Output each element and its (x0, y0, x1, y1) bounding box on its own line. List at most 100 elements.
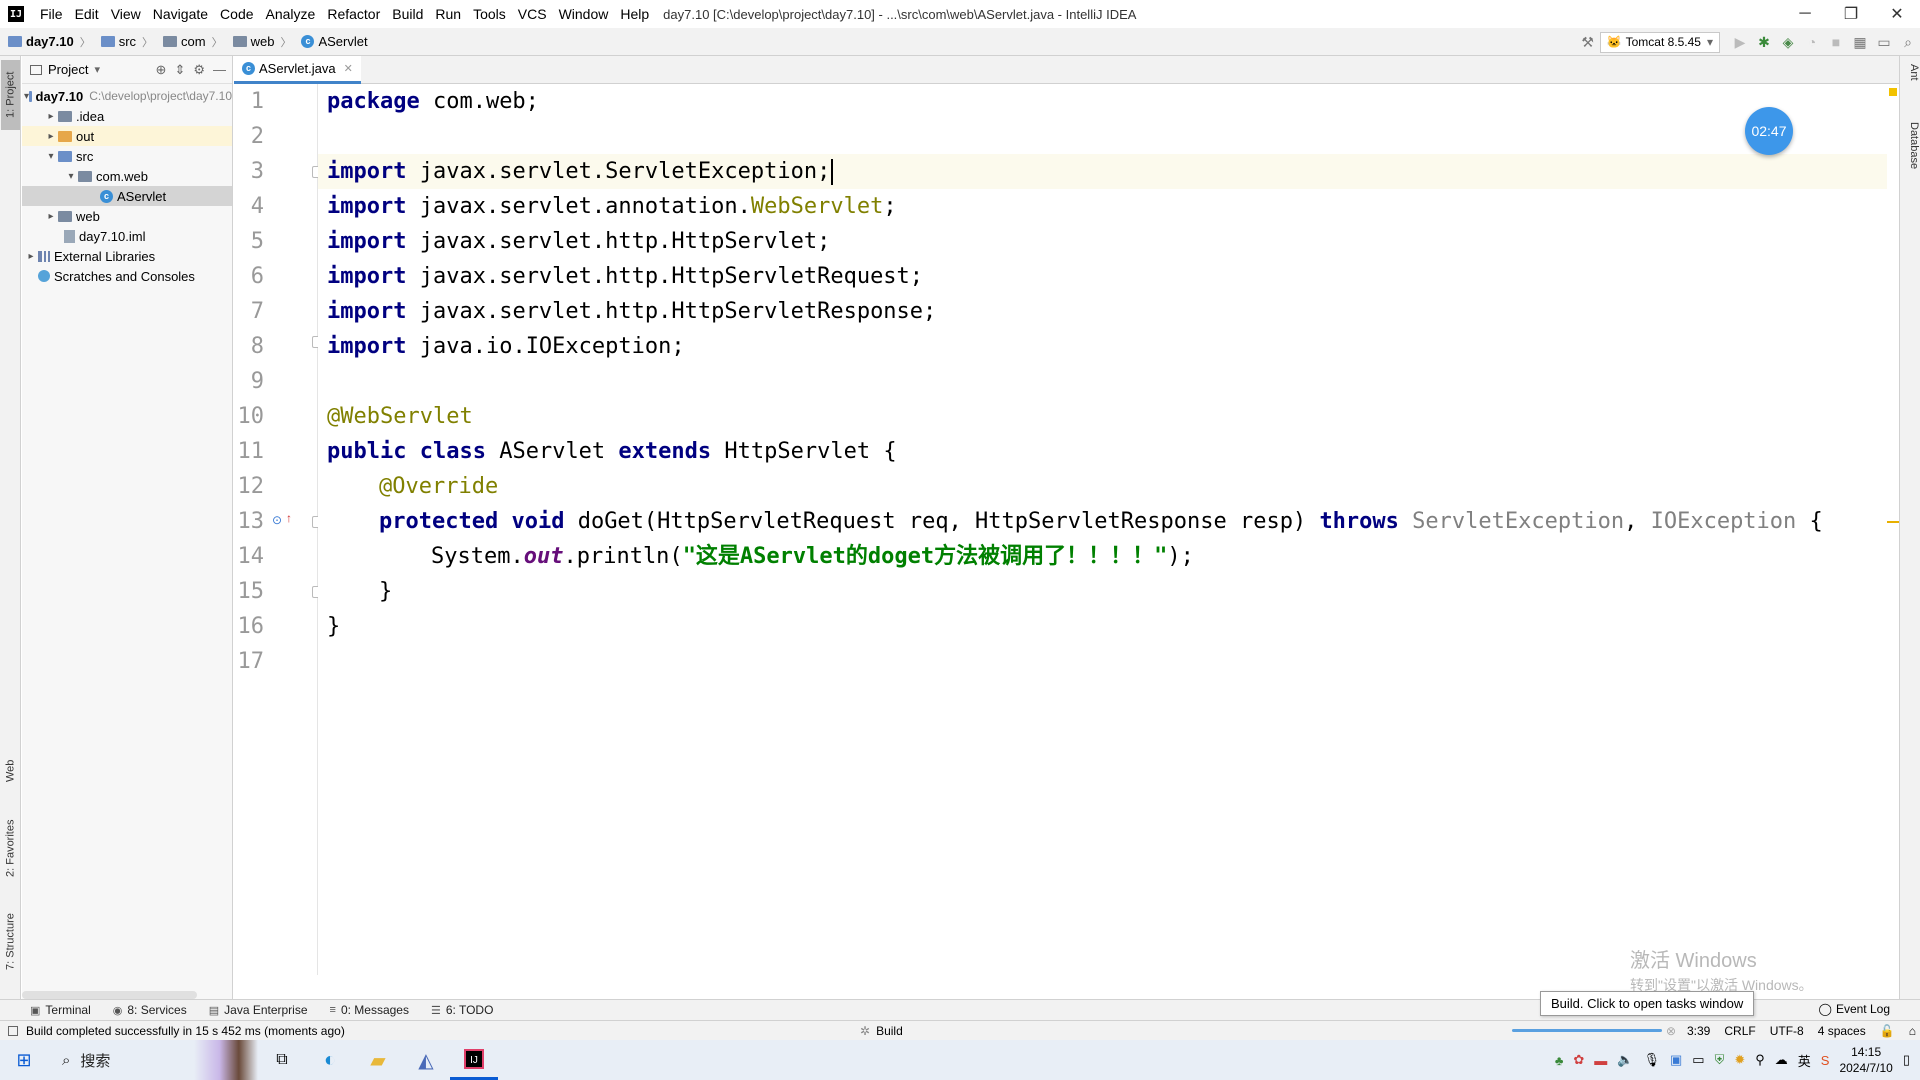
collapse-all-icon[interactable]: ⇕ (174, 62, 185, 78)
tab-services[interactable]: ◉ 8: Services (113, 1003, 187, 1017)
breadcrumb-web[interactable]: web 〉 (232, 34, 298, 50)
tree-item-scratches[interactable]: Scratches and Consoles (22, 266, 232, 286)
debug-icon[interactable]: ✱ (1752, 30, 1776, 54)
stop-icon[interactable]: ■ (1824, 30, 1848, 54)
hide-icon[interactable]: — (213, 62, 226, 78)
menu-help[interactable]: Help (614, 0, 655, 28)
tab-database[interactable]: Database (1901, 122, 1920, 202)
tray-app-icon[interactable]: ♣ (1555, 1053, 1564, 1068)
tree-item-out[interactable]: ▸ out (22, 126, 232, 146)
menu-file[interactable]: File (34, 0, 69, 28)
system-clock[interactable]: 14:15 2024/7/10 (1839, 1044, 1892, 1076)
network-icon[interactable]: ⚲ (1755, 1052, 1765, 1068)
menu-code[interactable]: Code (214, 0, 259, 28)
warning-stripe-mark[interactable] (1887, 521, 1899, 523)
minimize-button[interactable]: ─ (1782, 0, 1828, 28)
breadcrumb-src[interactable]: src 〉 (100, 34, 159, 50)
task-view-icon[interactable]: ⧉ (258, 1040, 306, 1080)
override-method-icon[interactable]: ⊙ (272, 513, 282, 527)
event-log-button[interactable]: ◯ Event Log (1819, 1002, 1890, 1016)
menu-tools[interactable]: Tools (467, 0, 512, 28)
tab-project[interactable]: 1: Project (1, 60, 20, 130)
layout-icon[interactable]: ▭ (1872, 30, 1896, 54)
arrow-up-icon[interactable]: ↑ (286, 511, 292, 525)
tab-structure[interactable]: 7: Structure (1, 902, 20, 982)
tray-app-icon[interactable]: ✹ (1734, 1052, 1745, 1068)
chevron-down-icon[interactable]: ▾ (44, 151, 58, 162)
tab-web[interactable]: Web (1, 746, 20, 796)
tree-item-idea[interactable]: ▸ .idea (22, 106, 232, 126)
maximize-button[interactable]: ❐ (1828, 0, 1874, 28)
menu-vcs[interactable]: VCS (512, 0, 553, 28)
menu-navigate[interactable]: Navigate (147, 0, 214, 28)
tree-item-src[interactable]: ▾ src (22, 146, 232, 166)
ime-indicator[interactable]: 英 (1798, 1051, 1811, 1070)
tray-app-icon[interactable]: S (1821, 1053, 1830, 1068)
error-stripe[interactable] (1887, 84, 1899, 975)
dolphin-app-icon[interactable]: ◭ (402, 1040, 450, 1080)
display-icon[interactable]: ▭ (1692, 1052, 1704, 1068)
tree-item-day710[interactable]: ▾ day7.10 C:\develop\project\day7.10 (22, 86, 232, 106)
menu-window[interactable]: Window (553, 0, 615, 28)
cloud-icon[interactable]: ☁ (1775, 1052, 1788, 1068)
tree-item-comweb[interactable]: ▾ com.web (22, 166, 232, 186)
tab-messages[interactable]: ≡ 0: Messages (330, 1003, 409, 1017)
tab-java-enterprise[interactable]: ▤ Java Enterprise (209, 1003, 308, 1017)
close-button[interactable]: ✕ (1874, 0, 1920, 28)
chevron-down-icon[interactable]: ▾ (94, 63, 100, 76)
microphone-icon[interactable]: 🎙 (1643, 1052, 1660, 1068)
tree-item-iml[interactable]: day7.10.iml (22, 226, 232, 246)
menu-build[interactable]: Build (386, 0, 429, 28)
horizontal-scrollbar[interactable] (22, 991, 197, 999)
chevron-down-icon[interactable]: ▾ (64, 171, 78, 182)
caret-position[interactable]: 3:39 (1687, 1024, 1710, 1038)
build-progress[interactable]: ✲ Build (860, 1024, 903, 1038)
taskbar-search[interactable]: ⌕ 搜索 (48, 1040, 258, 1080)
cancel-icon[interactable]: ⊗ (1666, 1024, 1676, 1038)
intellij-taskbar-icon[interactable]: IJ (450, 1040, 498, 1080)
edge-browser-icon[interactable]: ◐ (306, 1040, 354, 1080)
line-separator[interactable]: CRLF (1724, 1024, 1755, 1038)
volume-icon[interactable]: 🔈 (1617, 1052, 1633, 1068)
progress-bar[interactable] (1512, 1029, 1662, 1032)
tree-item-external-libraries[interactable]: ▸ External Libraries (22, 246, 232, 266)
menu-run[interactable]: Run (429, 0, 467, 28)
search-icon[interactable]: ⌕ (1896, 30, 1920, 54)
inspector-icon[interactable]: ⌂ (1909, 1024, 1916, 1038)
project-structure-icon[interactable]: ▦ (1848, 30, 1872, 54)
tray-app-icon[interactable]: ▣ (1670, 1052, 1682, 1068)
tray-app-icon[interactable]: ✿ (1573, 1052, 1584, 1068)
menu-refactor[interactable]: Refactor (321, 0, 386, 28)
lock-icon[interactable]: 🔓 (1880, 1024, 1895, 1038)
security-icon[interactable]: ⛨ (1715, 1052, 1725, 1068)
chevron-right-icon[interactable]: ▸ (24, 251, 38, 262)
status-toggle-icon[interactable] (8, 1025, 18, 1036)
build-hammer-icon[interactable]: ⚒ (1576, 30, 1600, 54)
file-explorer-icon[interactable]: ▰ (354, 1040, 402, 1080)
code-editor[interactable]: package com.web; import javax.servlet.Se… (318, 84, 1888, 975)
menu-analyze[interactable]: Analyze (260, 0, 322, 28)
gear-icon[interactable]: ⚙ (193, 62, 205, 78)
tab-aservlet-java[interactable]: c AServlet.java ✕ (234, 56, 361, 84)
menu-edit[interactable]: Edit (69, 0, 105, 28)
run-icon[interactable]: ▶ (1728, 30, 1752, 54)
breadcrumb-aservlet[interactable]: c AServlet (301, 34, 368, 49)
menu-view[interactable]: View (105, 0, 147, 28)
breadcrumb-project[interactable]: day7.10 〉 (8, 34, 97, 50)
chevron-right-icon[interactable]: ▸ (44, 111, 58, 122)
tab-terminal[interactable]: ▣ Terminal (30, 1003, 91, 1017)
chevron-right-icon[interactable]: ▸ (44, 131, 58, 142)
breadcrumb-com[interactable]: com 〉 (163, 34, 229, 50)
tree-item-aservlet[interactable]: c AServlet (22, 186, 232, 206)
notification-icon[interactable]: ▯ (1903, 1052, 1910, 1068)
tray-app-icon[interactable]: ▬ (1594, 1053, 1607, 1068)
indent-setting[interactable]: 4 spaces (1818, 1024, 1866, 1038)
coverage-icon[interactable]: ◈ (1776, 30, 1800, 54)
file-encoding[interactable]: UTF-8 (1770, 1024, 1804, 1038)
timer-badge[interactable]: 02:47 (1745, 107, 1793, 155)
project-view-selector[interactable]: Project (48, 62, 88, 77)
tab-favorites[interactable]: 2: Favorites (1, 808, 20, 888)
profile-icon[interactable]: ◔ (1800, 30, 1824, 54)
run-config-select[interactable]: 🐱 Tomcat 8.5.45 ▾ (1599, 31, 1720, 53)
windows-start-icon[interactable]: ⊞ (0, 1040, 48, 1080)
